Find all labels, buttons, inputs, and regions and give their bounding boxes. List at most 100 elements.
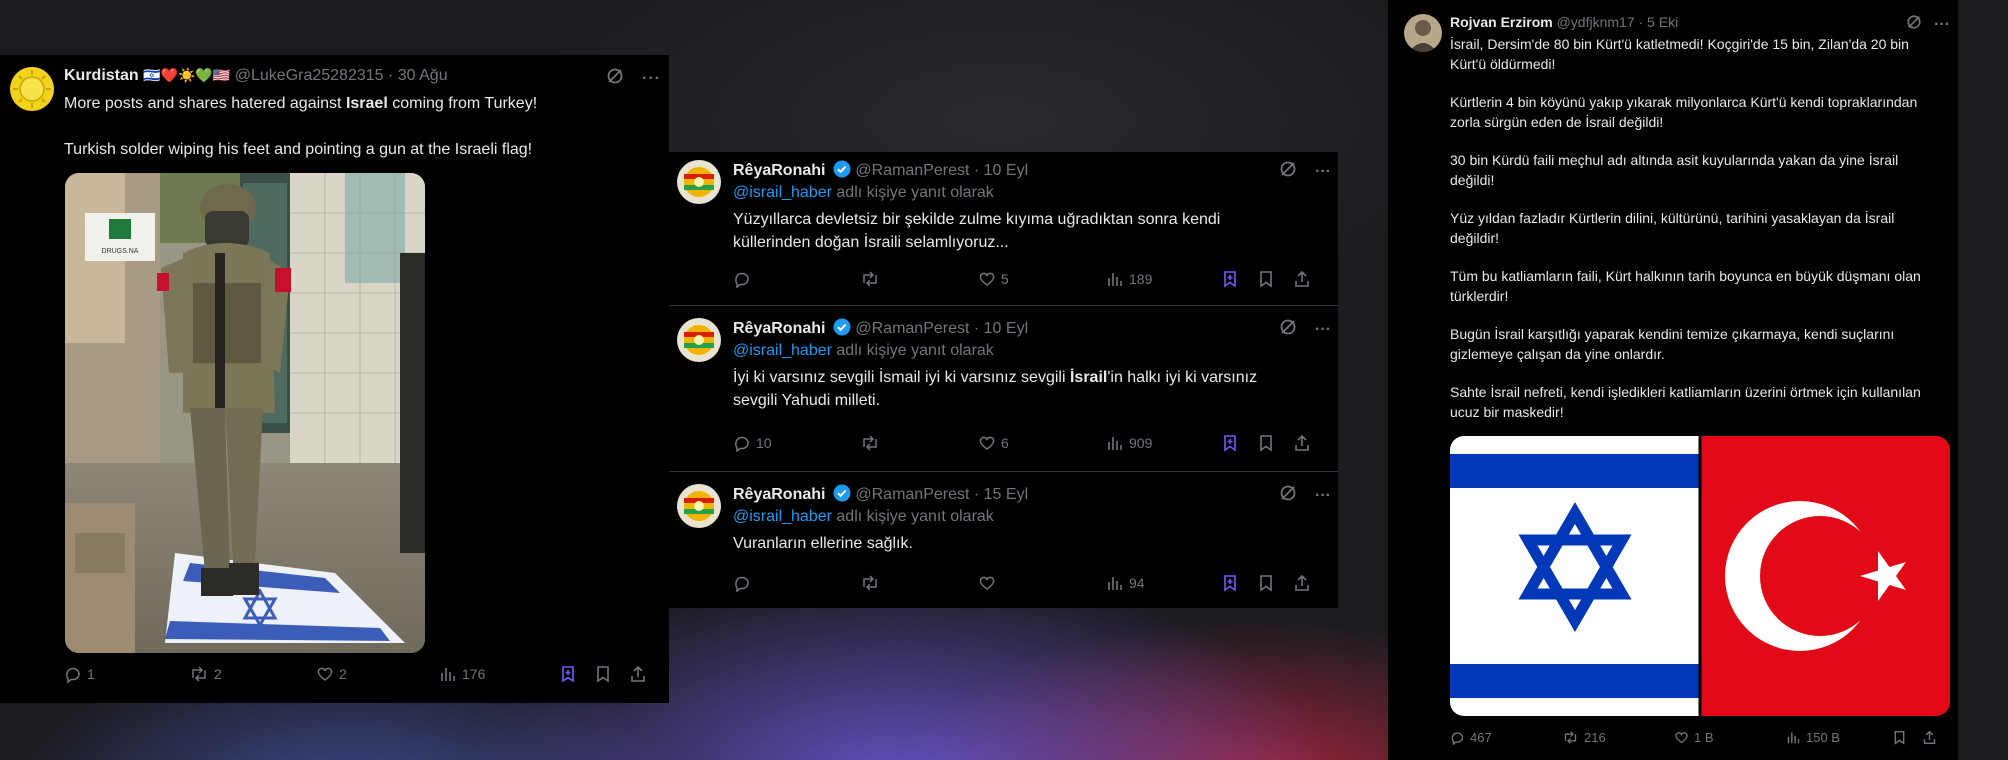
bookmark-icon xyxy=(1260,271,1272,288)
like-button[interactable]: 2 xyxy=(316,665,439,683)
views-icon xyxy=(441,668,455,681)
reply-button[interactable]: 1 xyxy=(64,665,189,683)
like-button[interactable]: 1 B xyxy=(1674,730,1786,745)
share-button[interactable] xyxy=(629,665,647,683)
grok-icon[interactable] xyxy=(1279,318,1297,341)
views-button[interactable]: 150 B xyxy=(1786,730,1892,745)
bookmark-button[interactable] xyxy=(1257,270,1293,288)
grok-icon[interactable] xyxy=(1279,484,1297,507)
share-button[interactable] xyxy=(1293,270,1311,288)
bookmark-button[interactable] xyxy=(1257,434,1293,452)
tweet-text-line: sevgili Yahudi milleti. xyxy=(733,392,881,409)
repost-icon xyxy=(863,271,877,287)
grok-bookmark-button[interactable] xyxy=(559,665,594,683)
share-icon xyxy=(1295,270,1309,287)
reply-button[interactable]: 467 xyxy=(1450,730,1562,745)
share-icon xyxy=(1295,434,1309,451)
author-name[interactable]: RêyaRonahi xyxy=(733,486,825,503)
reply-mention-link[interactable]: @israil_haber xyxy=(733,342,832,359)
reply-button[interactable] xyxy=(733,574,860,592)
bookmark-button[interactable] xyxy=(594,665,629,683)
share-icon xyxy=(1923,730,1936,745)
author-handle-time[interactable]: @LukeGra25282315 · 30 Ağu xyxy=(235,67,448,84)
tweet-text-line: Yüzyıllarca devletsiz bir şekilde zulme … xyxy=(733,211,1221,228)
avatar[interactable] xyxy=(1404,14,1442,52)
author-name[interactable]: RêyaRonahi xyxy=(733,320,825,337)
share-button[interactable] xyxy=(1293,434,1311,452)
grok-bookmark-button[interactable] xyxy=(1221,574,1257,592)
reply-button[interactable]: 10 xyxy=(733,434,860,452)
more-icon[interactable]: ··· xyxy=(1315,163,1331,181)
more-icon[interactable]: ··· xyxy=(1934,16,1950,34)
author-name[interactable]: RêyaRonahi xyxy=(733,162,825,179)
grok-icon[interactable] xyxy=(1279,160,1297,183)
tweet-paragraph: İsrail, Dersim'de 80 bin Kürt'ü katletme… xyxy=(1450,36,1909,72)
grok-bookmark-icon xyxy=(1224,575,1236,592)
tweet-photo[interactable] xyxy=(1450,436,1950,716)
bookmark-button[interactable] xyxy=(1892,730,1922,745)
tweet-actions: 1 2 2 176 xyxy=(64,665,664,683)
sign-text: DRUGS.NA xyxy=(102,248,139,255)
repost-icon xyxy=(863,435,877,451)
tweet-paragraph: Kürtlerin 4 bin köyünü yakıp yıkarak mil… xyxy=(1450,94,1918,130)
reply-button[interactable] xyxy=(733,270,860,288)
grok-bookmark-icon xyxy=(1224,435,1236,452)
grok-icon[interactable] xyxy=(1906,14,1922,35)
tweet-paragraph: Yüz yıldan fazladır Kürtlerin dilini, kü… xyxy=(1450,210,1895,246)
views-button[interactable]: 189 xyxy=(1106,270,1221,288)
reply-context: @israil_haber adlı kişiye yanıt olarak xyxy=(733,184,994,201)
grok-bookmark-icon xyxy=(562,666,574,683)
tweet-card-rojvan[interactable]: Rojvan Erzirom @ydfjknm17 · 5 Eki ··· İs… xyxy=(1388,0,1958,760)
more-icon[interactable]: ··· xyxy=(1315,321,1331,339)
repost-button[interactable] xyxy=(860,434,978,452)
reply-icon xyxy=(735,272,749,288)
tweet-paragraph: 30 bin Kürdü faili meçhul adı altında as… xyxy=(1450,152,1899,188)
author-handle-time[interactable]: @RamanPerest · 10 Eyl xyxy=(855,320,1028,337)
tweet-text-line: Vuranların ellerine sağlık. xyxy=(733,535,913,552)
grok-bookmark-button[interactable] xyxy=(1221,434,1257,452)
replies-panel: RêyaRonahi @RamanPerest · 10 Eyl ··· @is… xyxy=(669,152,1338,608)
share-icon xyxy=(631,665,645,682)
israel-flag-stripe xyxy=(1450,454,1700,488)
tweet-text-line: More posts and shares hatered against Is… xyxy=(64,95,538,112)
avatar[interactable] xyxy=(677,160,721,204)
repost-button[interactable] xyxy=(860,574,978,592)
author-name[interactable]: Rojvan Erzirom xyxy=(1450,14,1553,30)
share-button[interactable] xyxy=(1922,730,1937,745)
repost-button[interactable]: 2 xyxy=(189,665,316,683)
author-handle-time[interactable]: @RamanPerest · 15 Eyl xyxy=(855,486,1028,503)
views-button[interactable]: 176 xyxy=(439,665,559,683)
author-handle-time[interactable]: @ydfjknm17 · 5 Eki xyxy=(1557,14,1679,30)
like-button[interactable]: 6 xyxy=(978,434,1106,452)
israel-flag-stripe xyxy=(1450,664,1700,698)
more-icon[interactable]: ··· xyxy=(642,70,661,88)
avatar[interactable] xyxy=(10,67,54,111)
reply-mention-link[interactable]: @israil_haber xyxy=(733,508,832,525)
share-button[interactable] xyxy=(1293,574,1311,592)
views-button[interactable]: 909 xyxy=(1106,434,1221,452)
repost-button[interactable]: 216 xyxy=(1562,730,1674,745)
like-button[interactable]: 5 xyxy=(978,270,1106,288)
tweet-photo[interactable]: DRUGS.NA xyxy=(65,173,425,653)
repost-icon xyxy=(192,666,206,682)
avatar[interactable] xyxy=(677,484,721,528)
like-button[interactable] xyxy=(978,574,1106,592)
author-handle-time[interactable]: @RamanPerest · 10 Eyl xyxy=(855,162,1028,179)
share-icon xyxy=(1295,574,1309,591)
reply-tweet[interactable]: RêyaRonahi @RamanPerest · 10 Eyl ··· @is… xyxy=(669,306,1338,471)
grok-icon[interactable] xyxy=(606,67,624,90)
views-button[interactable]: 94 xyxy=(1106,574,1221,592)
author-name[interactable]: Kurdistan xyxy=(64,67,139,84)
repost-icon xyxy=(1564,731,1577,744)
repost-button[interactable] xyxy=(860,270,978,288)
reply-tweet[interactable]: RêyaRonahi @RamanPerest · 10 Eyl ··· @is… xyxy=(669,152,1338,305)
reply-mention-link[interactable]: @israil_haber xyxy=(733,184,832,201)
tweet-card-kurdistan[interactable]: Kurdistan 🇮🇱❤️☀️💚🇺🇸 @LukeGra25282315 · 3… xyxy=(0,55,669,703)
reply-tweet[interactable]: RêyaRonahi @RamanPerest · 15 Eyl ··· @is… xyxy=(669,472,1338,608)
tweet-actions: 467 216 1 B 150 B xyxy=(1450,730,1950,745)
more-icon[interactable]: ··· xyxy=(1315,487,1331,505)
verified-icon xyxy=(833,484,851,502)
grok-bookmark-button[interactable] xyxy=(1221,270,1257,288)
bookmark-button[interactable] xyxy=(1257,574,1293,592)
avatar[interactable] xyxy=(677,318,721,362)
